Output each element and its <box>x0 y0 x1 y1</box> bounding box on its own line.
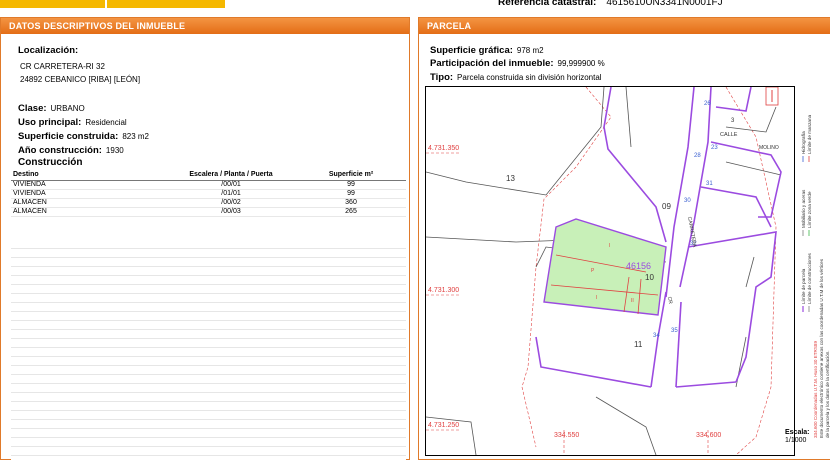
table-cell: 99 <box>296 180 406 190</box>
logo-bar <box>0 0 225 8</box>
map-svg: 4.731.350 4.731.300 4.731.250 334.550 33… <box>426 87 782 455</box>
table-cell: /00/01 <box>166 180 296 190</box>
property-data-title: DATOS DESCRIPTIVOS DEL INMUEBLE <box>1 18 409 34</box>
street-name: CALLE <box>720 132 738 138</box>
property-data-panel: DATOS DESCRIPTIVOS DEL INMUEBLE Localiza… <box>0 17 410 460</box>
building-code: I <box>609 243 610 249</box>
cadastral-reference: Referencia catastral: 4615610UN3341N0001F… <box>498 0 723 8</box>
plot-reference: 46156 <box>626 261 651 271</box>
cadastral-map: 4.731.350 4.731.300 4.731.250 334.550 33… <box>425 86 795 456</box>
parcel-number: 10 <box>645 273 654 282</box>
street-name: CR <box>666 296 673 305</box>
legend-item: Mobiliario y aceras <box>801 189 806 228</box>
street-number: 23 <box>711 145 718 151</box>
map-scale: Escala: 1/1000 <box>785 429 810 445</box>
building-code: I <box>596 295 597 301</box>
ref-label: Referencia catastral: <box>498 0 597 8</box>
coord-label: 334.550 <box>554 432 579 439</box>
legend-item: Hidrografía <box>801 131 806 154</box>
parcel-number: 09 <box>662 202 671 211</box>
tipo-row: Tipo: Parcela construida sin división hor… <box>430 67 602 85</box>
legend-svg: Límite de parcela Límite de construccion… <box>801 114 830 438</box>
north-arrow-icon <box>765 87 779 106</box>
table-cell: ALMACEN <box>11 207 166 217</box>
anio-row: Año construcción: 1930 <box>18 140 124 158</box>
coord-label: 4.731.300 <box>428 287 459 294</box>
legend-note: Este documento electrónico contiene anex… <box>819 258 824 438</box>
tipo-label: Tipo: <box>430 72 454 83</box>
street-number: 35 <box>671 328 678 334</box>
address-line1: CR CARRETERA-RI 32 <box>20 62 105 71</box>
empty-table-rows <box>11 240 406 460</box>
street-number: 3 <box>731 118 735 124</box>
address-line2: 24892 CEBANICO [RIBA] [LEÓN] <box>20 75 141 84</box>
parcel-panel: PARCELA Superficie gráfica: 978 m2 Partic… <box>418 17 830 460</box>
table-cell: VIVIENDA <box>11 189 166 199</box>
map-legend: Límite de parcela Límite de construccion… <box>799 86 830 441</box>
parcel-title: PARCELA <box>419 18 830 34</box>
parcel-number: 11 <box>634 340 643 349</box>
table-cell: /00/03 <box>166 207 296 217</box>
construction-table: Destino Escalera / Planta / Puerta Super… <box>11 170 406 217</box>
street-number: 28 <box>694 153 701 159</box>
legend-item: Límite de construcciones <box>807 252 812 304</box>
table-header: Superficie m² <box>296 170 406 181</box>
street-number: 30 <box>684 198 691 204</box>
table-cell: /00/02 <box>166 198 296 208</box>
street-name: MOLINO <box>759 145 779 151</box>
table-row: VIVIENDA /01/01 99 <box>11 189 406 199</box>
coord-label: 4.731.350 <box>428 145 459 152</box>
parcel-number: 13 <box>506 174 515 183</box>
coord-label: 4.731.250 <box>428 422 459 429</box>
legend-item: Límite zona verde <box>807 191 812 228</box>
table-row: ALMACEN /00/03 265 <box>11 207 406 217</box>
table-cell: 265 <box>296 207 406 217</box>
table-cell: /01/01 <box>166 189 296 199</box>
legend-note: de la parcela y los datos de la certific… <box>825 350 830 438</box>
table-cell: ALMACEN <box>11 198 166 208</box>
scale-value: 1/1000 <box>785 437 807 444</box>
anio-label: Año construcción: <box>18 145 102 156</box>
street-number: 31 <box>706 181 713 187</box>
street-name: CARRETERA <box>686 216 697 248</box>
table-header: Destino <box>11 170 166 181</box>
street-number: 34 <box>653 333 660 339</box>
building-code: II <box>631 298 634 304</box>
table-row: VIVIENDA /00/01 99 <box>11 180 406 190</box>
ref-value: 4615610UN3341N0001FJ <box>606 0 723 8</box>
construccion-title: Construcción <box>18 157 83 168</box>
legend-item: Límite de parcela <box>801 268 806 304</box>
coord-label: 334.600 <box>696 432 721 439</box>
legend-item: Límite de manzana <box>807 114 812 154</box>
street-number: 26 <box>704 101 711 107</box>
anio-value: 1930 <box>105 146 124 155</box>
table-cell: 99 <box>296 189 406 199</box>
table-header-row: Destino Escalera / Planta / Puerta Super… <box>11 170 406 181</box>
superficie-value: 823 m2 <box>122 132 149 141</box>
table-cell: 360 <box>296 198 406 208</box>
legend-note: 334.600 Coordenadas U.T.M. Huso 30 ETRS8… <box>813 341 818 438</box>
table-row: ALMACEN /00/02 360 <box>11 198 406 208</box>
table-cell: VIVIENDA <box>11 180 166 190</box>
table-header: Escalera / Planta / Puerta <box>166 170 296 181</box>
localizacion-label: Localización: <box>18 45 79 56</box>
tipo-value: Parcela construida sin división horizont… <box>457 73 602 82</box>
scale-label: Escala: <box>785 429 810 436</box>
